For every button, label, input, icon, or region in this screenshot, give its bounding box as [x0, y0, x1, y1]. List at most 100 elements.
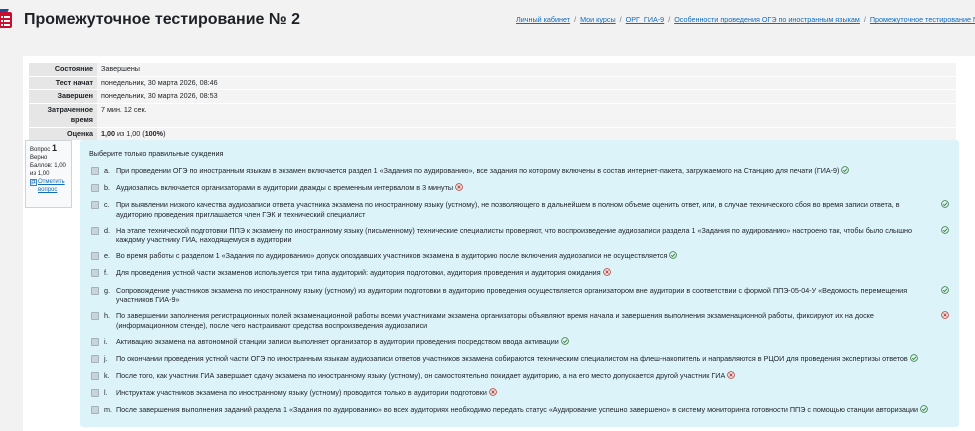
answer-text-wrap: Активацию экзамена на автономной станции… [116, 337, 951, 348]
incorrect-cross-icon [602, 268, 611, 279]
breadcrumb-separator: / [668, 15, 671, 24]
question-points: Баллов: 1,00 из 1,00 [30, 163, 66, 177]
answer-checkbox[interactable] [91, 184, 99, 193]
incorrect-cross-icon [455, 183, 463, 194]
correct-check-icon [941, 285, 949, 297]
answer-text-wrap: Для проведения устной части экзаменов ис… [116, 268, 951, 279]
answer-option: i. Активацию экзамена на автономной станц… [91, 337, 951, 348]
page-title: Промежуточное тестирование № 2 [24, 11, 301, 28]
breadcrumb-separator: / [863, 15, 866, 24]
question-prompt: Выберите только правильные суждения [89, 149, 224, 158]
summary-value: 7 мин. 12 сек. [97, 103, 956, 128]
answer-option: m. После завершения выполнения заданий ра… [91, 405, 951, 416]
answer-option: f. Для проведения устной части экзаменов … [91, 268, 951, 279]
answer-text: Активацию экзамена на автономной станции… [116, 336, 559, 346]
answer-letter: c. [104, 200, 110, 210]
answer-text-wrap: При выявлении низкого качества аудиозапи… [116, 200, 951, 219]
breadcrumb-dashboard-link[interactable]: Личный кабинет [516, 15, 570, 24]
answer-letter: e. [104, 251, 110, 261]
answer-text: Для проведения устной части экзаменов ис… [116, 268, 601, 278]
answer-checkbox[interactable] [91, 226, 99, 235]
correct-check-icon [841, 166, 850, 177]
flag-icon [30, 179, 37, 186]
answer-text-wrap: На этапе технической подготовки ППЭ к эк… [116, 226, 951, 245]
answer-option: c. При выявлении низкого качества аудиоза… [91, 200, 951, 219]
answer-checkbox[interactable] [91, 167, 99, 175]
answer-text: После завершения выполнения заданий разд… [116, 405, 919, 415]
answer-letter: m. [104, 405, 112, 415]
summary-row: Затраченное время 7 мин. 12 сек. [29, 103, 956, 128]
answer-letter: d. [104, 225, 110, 235]
answer-letter: f. [104, 268, 108, 278]
summary-value: 1,00 из 1,00 (100%) [97, 127, 956, 141]
answer-option: d. На этапе технической подготовки ППЭ к … [91, 226, 951, 245]
page-header: Промежуточное тестирование № 2 Личный ка… [0, 0, 975, 48]
grade-of: из 1,00 ( [117, 128, 145, 138]
correct-check-icon [561, 336, 569, 348]
answer-checkbox[interactable] [91, 201, 99, 210]
answer-checkbox[interactable] [91, 406, 99, 415]
answer-text-wrap: После того, как участник ГИА завершает с… [116, 371, 951, 382]
breadcrumb-my-courses-link[interactable]: Мои курсы [580, 15, 616, 24]
answer-option: a. При проведении ОГЭ по иностранным язык… [91, 166, 951, 177]
answer-checkbox[interactable] [91, 354, 99, 363]
answer-text: При выявлении низкого качества аудиозапи… [116, 200, 900, 219]
question-status: Верно [30, 155, 48, 161]
answer-checkbox[interactable] [91, 389, 99, 398]
answer-checkbox[interactable] [91, 252, 99, 261]
grade-score: 1,00 [101, 128, 115, 138]
answer-option: j. По окончании проведения устной части О… [91, 354, 951, 365]
summary-row: Тест начат понедельник, 30 марта 2026, 08… [29, 76, 956, 90]
answer-option: k. После того, как участник ГИА завершает… [91, 371, 951, 382]
answer-checkbox[interactable] [91, 371, 99, 380]
answer-letter: l. [104, 388, 108, 398]
answer-letter: a. [104, 166, 110, 175]
answer-checkbox[interactable] [91, 286, 99, 295]
correct-check-icon [941, 225, 949, 237]
flag-question-link[interactable]: Отметить вопрос [30, 178, 71, 194]
incorrect-cross-icon [941, 311, 949, 322]
summary-label: Состояние [29, 63, 97, 77]
answer-checkbox[interactable] [91, 269, 99, 278]
answer-option: h. По завершении заполнения регистрационн… [91, 311, 951, 330]
answer-text: Сопровождение участников экзамена по ино… [116, 285, 908, 305]
answer-option: b. Аудиозапись включается организаторами … [91, 183, 951, 194]
answer-checkbox[interactable] [91, 337, 99, 346]
incorrect-cross-icon [489, 388, 497, 399]
answer-text-wrap: По завершении заполнения регистрационных… [116, 311, 951, 330]
answer-option: e. Во время работы с разделом 1 «Задания … [91, 251, 951, 262]
summary-value: Завершены [97, 63, 956, 77]
answer-letter: j. [104, 353, 108, 363]
summary-value: понедельник, 30 марта 2026, 08:53 [97, 89, 956, 104]
summary-value: понедельник, 30 марта 2026, 08:46 [97, 76, 956, 90]
answer-list: a. При проведении ОГЭ по иностранным язык… [91, 166, 951, 422]
answer-option: g. Сопровождение участников экзамена по и… [91, 286, 951, 305]
breadcrumb-separator: / [619, 15, 622, 24]
answer-text: По завершении заполнения регистрационных… [116, 311, 874, 330]
answer-text: Аудиозапись включается организаторами в … [116, 183, 454, 193]
answer-text: Инструктаж участников экзамена по иностр… [116, 388, 487, 398]
summary-row: Состояние Завершены [29, 63, 956, 77]
answer-checkbox[interactable] [91, 312, 99, 321]
grade-close: ) [163, 128, 166, 138]
quiz-logo-icon [0, 0, 12, 31]
answer-text: При проведении ОГЭ по иностранным языкам… [116, 166, 840, 175]
answer-text-wrap: По окончании проведения устной части ОГЭ… [116, 354, 951, 365]
answer-text-wrap: При проведении ОГЭ по иностранным языкам… [116, 166, 951, 177]
incorrect-cross-icon [727, 371, 736, 382]
answer-text: На этапе технической подготовки ППЭ к эк… [116, 225, 912, 245]
breadcrumb-quiz-link[interactable]: Промежуточное тестирование № [870, 15, 975, 24]
answer-letter: g. [104, 285, 110, 295]
correct-check-icon [941, 200, 949, 211]
breadcrumb-separator: / [574, 15, 577, 24]
answer-text-wrap: Инструктаж участников экзамена по иностр… [116, 388, 951, 399]
question-number: Вопрос 1 [30, 143, 57, 154]
answer-text: По окончании проведения устной части ОГЭ… [116, 353, 908, 363]
breadcrumb-course-link[interactable]: ОРГ_ГИА-9 [626, 15, 665, 24]
summary-label: Оценка [29, 127, 97, 141]
answer-letter: k. [104, 370, 110, 380]
answer-text-wrap: Во время работы с разделом 1 «Задания по… [116, 251, 951, 262]
correct-check-icon [920, 405, 928, 416]
breadcrumb-section-link[interactable]: Особенности проведения ОГЭ по иностранны… [674, 15, 860, 24]
summary-row: Завершен понедельник, 30 марта 2026, 08:5… [29, 89, 956, 104]
